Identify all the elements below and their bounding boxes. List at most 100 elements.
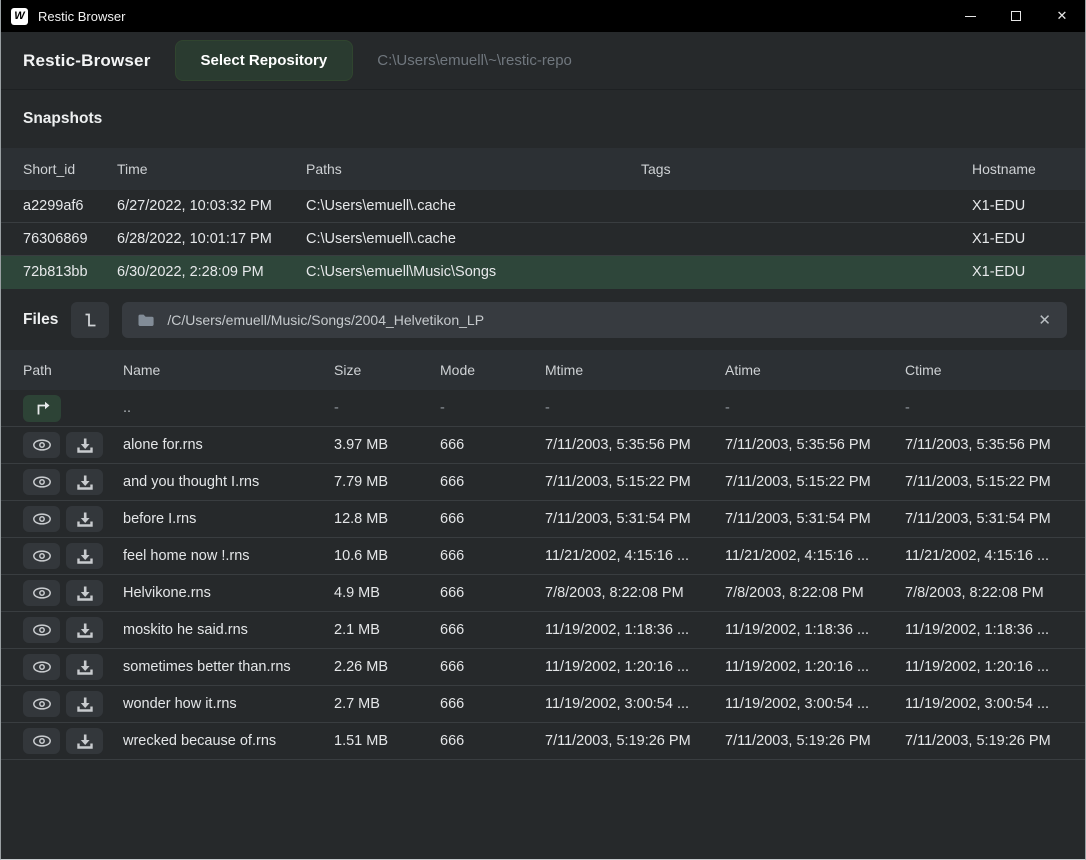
col-size: Size	[334, 362, 440, 378]
file-row[interactable]: moskito he said.rns 2.1 MB 666 11/19/200…	[1, 612, 1085, 649]
close-button[interactable]: ✕	[1039, 0, 1085, 32]
file-size: 3.97 MB	[334, 437, 440, 453]
restore-file-button[interactable]	[66, 728, 103, 754]
tree-view-toggle-button[interactable]	[71, 302, 109, 338]
clear-path-button[interactable]: ✕	[1036, 311, 1053, 329]
snapshots-section-header: Snapshots	[1, 90, 1085, 148]
file-ctime: 7/11/2003, 5:35:56 PM	[905, 437, 1063, 453]
minimize-button[interactable]	[947, 0, 993, 32]
col-ctime: Ctime	[905, 362, 1063, 378]
file-size: 2.1 MB	[334, 622, 440, 638]
file-ctime: 11/19/2002, 1:18:36 ...	[905, 622, 1063, 638]
snapshot-row[interactable]: 76306869 6/28/2022, 10:01:17 PM C:\Users…	[1, 223, 1085, 256]
file-mode: 666	[440, 437, 545, 453]
wails-logo-icon: W	[11, 8, 28, 25]
preview-file-button[interactable]	[23, 617, 60, 643]
file-atime: 11/21/2002, 4:15:16 ...	[725, 548, 905, 564]
download-icon	[74, 622, 96, 638]
folder-icon	[136, 311, 156, 329]
restore-file-button[interactable]	[66, 617, 103, 643]
file-atime: 11/19/2002, 3:00:54 ...	[725, 696, 905, 712]
file-size: 7.79 MB	[334, 474, 440, 490]
file-name: Helvikone.rns	[123, 585, 334, 601]
restore-file-button[interactable]	[66, 654, 103, 680]
window-title: Restic Browser	[38, 9, 125, 24]
file-ctime: 7/8/2003, 8:22:08 PM	[905, 585, 1063, 601]
preview-file-button[interactable]	[23, 654, 60, 680]
eye-icon	[31, 696, 53, 712]
file-name: ..	[123, 400, 334, 416]
eye-icon	[31, 511, 53, 527]
preview-file-button[interactable]	[23, 691, 60, 717]
file-name: moskito he said.rns	[123, 622, 334, 638]
snapshot-short-id: 76306869	[23, 231, 117, 247]
file-row[interactable]: wrecked because of.rns 1.51 MB 666 7/11/…	[1, 723, 1085, 760]
file-row[interactable]: sometimes better than.rns 2.26 MB 666 11…	[1, 649, 1085, 686]
file-size: 10.6 MB	[334, 548, 440, 564]
file-ctime: 7/11/2003, 5:15:22 PM	[905, 474, 1063, 490]
file-row[interactable]: and you thought I.rns 7.79 MB 666 7/11/2…	[1, 464, 1085, 501]
restic-browser-window: W Restic Browser ✕ Restic-Browser Select…	[0, 0, 1086, 860]
file-row[interactable]: wonder how it.rns 2.7 MB 666 11/19/2002,…	[1, 686, 1085, 723]
file-mtime: 11/21/2002, 4:15:16 ...	[545, 548, 725, 564]
col-mtime: Mtime	[545, 362, 725, 378]
restore-file-button[interactable]	[66, 543, 103, 569]
file-mode: 666	[440, 696, 545, 712]
col-paths: Paths	[306, 161, 641, 177]
go-to-parent-button[interactable]	[23, 395, 61, 422]
file-mtime: -	[545, 400, 725, 416]
col-mode: Mode	[440, 362, 545, 378]
file-size: 2.26 MB	[334, 659, 440, 675]
file-ctime: 11/21/2002, 4:15:16 ...	[905, 548, 1063, 564]
maximize-button[interactable]	[993, 0, 1039, 32]
preview-file-button[interactable]	[23, 580, 60, 606]
file-row[interactable]: feel home now !.rns 10.6 MB 666 11/21/20…	[1, 538, 1085, 575]
files-table-body: alone for.rns 3.97 MB 666 7/11/2003, 5:3…	[1, 427, 1085, 760]
snapshot-time: 6/27/2022, 10:03:32 PM	[117, 198, 306, 214]
preview-file-button[interactable]	[23, 728, 60, 754]
snapshots-title: Snapshots	[23, 110, 102, 128]
file-row[interactable]: before I.rns 12.8 MB 666 7/11/2003, 5:31…	[1, 501, 1085, 538]
file-row[interactable]: alone for.rns 3.97 MB 666 7/11/2003, 5:3…	[1, 427, 1085, 464]
file-mtime: 11/19/2002, 1:18:36 ...	[545, 622, 725, 638]
restore-file-button[interactable]	[66, 432, 103, 458]
restore-file-button[interactable]	[66, 469, 103, 495]
snapshot-row[interactable]: a2299af6 6/27/2022, 10:03:32 PM C:\Users…	[1, 190, 1085, 223]
file-mtime: 11/19/2002, 3:00:54 ...	[545, 696, 725, 712]
restore-file-button[interactable]	[66, 691, 103, 717]
file-size: 2.7 MB	[334, 696, 440, 712]
select-repository-button[interactable]: Select Repository	[175, 40, 354, 81]
file-mtime: 7/11/2003, 5:35:56 PM	[545, 437, 725, 453]
file-name: before I.rns	[123, 511, 334, 527]
parent-directory-row[interactable]: .. - - - - -	[1, 390, 1085, 427]
file-row[interactable]: Helvikone.rns 4.9 MB 666 7/8/2003, 8:22:…	[1, 575, 1085, 612]
file-atime: 7/8/2003, 8:22:08 PM	[725, 585, 905, 601]
file-mode: 666	[440, 733, 545, 749]
repository-path: C:\Users\emuell\~\restic-repo	[377, 52, 572, 69]
file-atime: -	[725, 400, 905, 416]
restore-file-button[interactable]	[66, 580, 103, 606]
file-mode: 666	[440, 511, 545, 527]
preview-file-button[interactable]	[23, 432, 60, 458]
download-icon	[74, 696, 96, 712]
download-icon	[74, 733, 96, 749]
file-name: feel home now !.rns	[123, 548, 334, 564]
snapshot-hostname: X1-EDU	[972, 231, 1063, 247]
file-mtime: 7/11/2003, 5:19:26 PM	[545, 733, 725, 749]
download-icon	[74, 585, 96, 601]
preview-file-button[interactable]	[23, 506, 60, 532]
file-atime: 11/19/2002, 1:18:36 ...	[725, 622, 905, 638]
preview-file-button[interactable]	[23, 469, 60, 495]
preview-file-button[interactable]	[23, 543, 60, 569]
download-icon	[74, 474, 96, 490]
maximize-icon	[1011, 11, 1021, 21]
snapshot-paths: C:\Users\emuell\Music\Songs	[306, 264, 641, 280]
col-tags: Tags	[641, 161, 972, 177]
col-name: Name	[123, 362, 334, 378]
snapshot-row-selected[interactable]: 72b813bb 6/30/2022, 2:28:09 PM C:\Users\…	[1, 256, 1085, 289]
restore-file-button[interactable]	[66, 506, 103, 532]
file-name: alone for.rns	[123, 437, 334, 453]
current-path-input[interactable]: /C/Users/emuell/Music/Songs/2004_Helveti…	[122, 302, 1067, 338]
eye-icon	[31, 548, 53, 564]
file-mode: 666	[440, 548, 545, 564]
